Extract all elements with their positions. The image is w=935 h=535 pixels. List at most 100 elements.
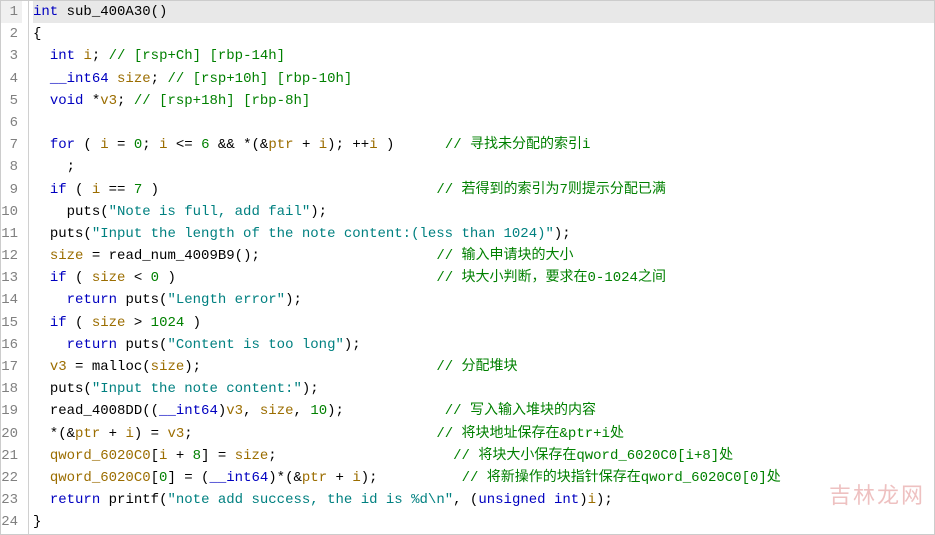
code-line[interactable]: *(&ptr + i) = v3; // 将块地址保存在&ptr+i处 — [33, 423, 934, 445]
line-number: 1 — [1, 1, 22, 23]
token-var: v3 — [226, 403, 243, 419]
code-line[interactable]: for ( i = 0; i <= 6 && *(&ptr + i); ++i … — [33, 134, 934, 156]
line-number: 5 — [1, 90, 22, 112]
token-c: // 写入输入堆块的内容 — [445, 403, 596, 419]
token-op: ) — [159, 270, 436, 286]
code-line[interactable]: if ( size > 1024 ) — [33, 312, 934, 334]
line-number: 21 — [1, 445, 22, 467]
token-s: "note add success, the id is %d\n" — [167, 492, 453, 508]
code-line[interactable]: { — [33, 23, 934, 45]
token-op: ; — [92, 48, 109, 64]
token-var: i — [352, 470, 360, 486]
token-op: + — [167, 448, 192, 464]
token-op — [33, 492, 50, 508]
code-line[interactable] — [33, 112, 934, 134]
token-op — [33, 292, 67, 308]
code-line[interactable]: puts("Note is full, add fail"); — [33, 201, 934, 223]
token-c: // 块大小判断，要求在0-1024之间 — [436, 270, 666, 286]
token-op — [33, 470, 50, 486]
token-kw: if — [50, 270, 67, 286]
token-kw: return — [50, 492, 100, 508]
code-line[interactable]: size = read_num_4009B9(); // 输入申请块的大小 — [33, 245, 934, 267]
code-line[interactable]: puts("Input the length of the note conte… — [33, 223, 934, 245]
token-type: void — [50, 93, 84, 109]
code-line[interactable]: if ( i == 7 ) // 若得到的索引为7则提示分配已满 — [33, 179, 934, 201]
code-line[interactable]: v3 = malloc(size); // 分配堆块 — [33, 356, 934, 378]
token-c: // 寻找未分配的索引i — [445, 137, 591, 153]
token-var: v3 — [100, 93, 117, 109]
token-var: i — [319, 137, 327, 153]
token-op: = — [67, 359, 92, 375]
token-c: // 将块大小保存在qword_6020C0[i+8]处 — [453, 448, 733, 464]
token-type: __int64 — [50, 71, 109, 87]
token-op: > — [125, 315, 150, 331]
code-line[interactable]: puts("Input the note content:"); — [33, 378, 934, 400]
token-c: // 将块地址保存在&ptr+i处 — [436, 426, 624, 442]
code-line[interactable]: ; — [33, 156, 934, 178]
token-op — [58, 4, 66, 20]
token-braces: { — [33, 26, 41, 42]
code-line[interactable]: __int64 size; // [rsp+10h] [rbp-10h] — [33, 68, 934, 90]
code-line[interactable]: qword_6020C0[0] = (__int64)*(&ptr + i); … — [33, 467, 934, 489]
token-op: ) — [184, 315, 201, 331]
code-line[interactable]: int i; // [rsp+Ch] [rbp-14h] — [33, 45, 934, 67]
token-op: && *(& — [210, 137, 269, 153]
token-id-func: puts — [125, 292, 159, 308]
token-op — [33, 248, 50, 264]
token-id-func: read_num_4009B9 — [109, 248, 235, 264]
token-c: // [rsp+Ch] [rbp-14h] — [109, 48, 285, 64]
code-line[interactable]: if ( size < 0 ) // 块大小判断，要求在0-1024之间 — [33, 267, 934, 289]
code-line[interactable]: qword_6020C0[i + 8] = size; // 将块大小保存在qw… — [33, 445, 934, 467]
token-op — [33, 93, 50, 109]
token-var: size — [92, 315, 126, 331]
token-kw: for — [50, 137, 75, 153]
code-line[interactable]: int sub_400A30() — [33, 1, 934, 23]
token-op: <= — [168, 137, 202, 153]
code-line[interactable]: return puts("Content is too long"); — [33, 334, 934, 356]
line-number: 14 — [1, 289, 22, 311]
token-op: ); — [184, 359, 436, 375]
token-c: // 若得到的索引为7则提示分配已满 — [436, 182, 666, 198]
code-editor[interactable]: 123456789101112131415161718192021222324 … — [0, 0, 935, 535]
line-number: 13 — [1, 267, 22, 289]
token-s: "Input the length of the note content:(l… — [92, 226, 554, 242]
token-op: ); — [554, 226, 571, 242]
token-var: qword_6020C0 — [50, 448, 151, 464]
token-op: , — [294, 403, 311, 419]
code-area[interactable]: int sub_400A30() { int i; // [rsp+Ch] [rb… — [29, 1, 934, 534]
token-var: v3 — [50, 359, 67, 375]
line-number: 17 — [1, 356, 22, 378]
token-c: // 分配堆块 — [436, 359, 517, 375]
token-op: ( — [75, 137, 100, 153]
line-number: 15 — [1, 312, 22, 334]
code-line[interactable]: read_4008DD((__int64)v3, size, 10); // 写… — [33, 400, 934, 422]
token-kw: return — [67, 337, 117, 353]
token-op: < — [125, 270, 150, 286]
token-kw: if — [50, 182, 67, 198]
token-op: ); ++ — [327, 137, 369, 153]
token-op — [33, 48, 50, 64]
token-op: ); — [344, 337, 361, 353]
token-var: size — [151, 359, 185, 375]
code-line[interactable]: return printf("note add success, the id … — [33, 489, 934, 511]
token-var: ptr — [75, 426, 100, 442]
token-op: [ — [151, 470, 159, 486]
code-line[interactable]: void *v3; // [rsp+18h] [rbp-8h] — [33, 90, 934, 112]
token-op: ); — [302, 381, 319, 397]
code-line[interactable]: } — [33, 511, 934, 533]
token-op — [33, 137, 50, 153]
token-op: ); — [285, 292, 302, 308]
token-id-func: puts — [67, 204, 101, 220]
token-c: // 输入申请块的大小 — [436, 248, 573, 264]
line-number: 19 — [1, 400, 22, 422]
token-op: )*(& — [268, 470, 302, 486]
token-op — [33, 115, 41, 131]
token-kw: if — [50, 315, 67, 331]
token-type: int — [554, 492, 579, 508]
token-op: ); — [310, 204, 327, 220]
token-op: () — [151, 4, 168, 20]
token-op: (); — [235, 248, 437, 264]
token-op: ( — [67, 270, 92, 286]
code-line[interactable]: return puts("Length error"); — [33, 289, 934, 311]
token-num: 1024 — [151, 315, 185, 331]
